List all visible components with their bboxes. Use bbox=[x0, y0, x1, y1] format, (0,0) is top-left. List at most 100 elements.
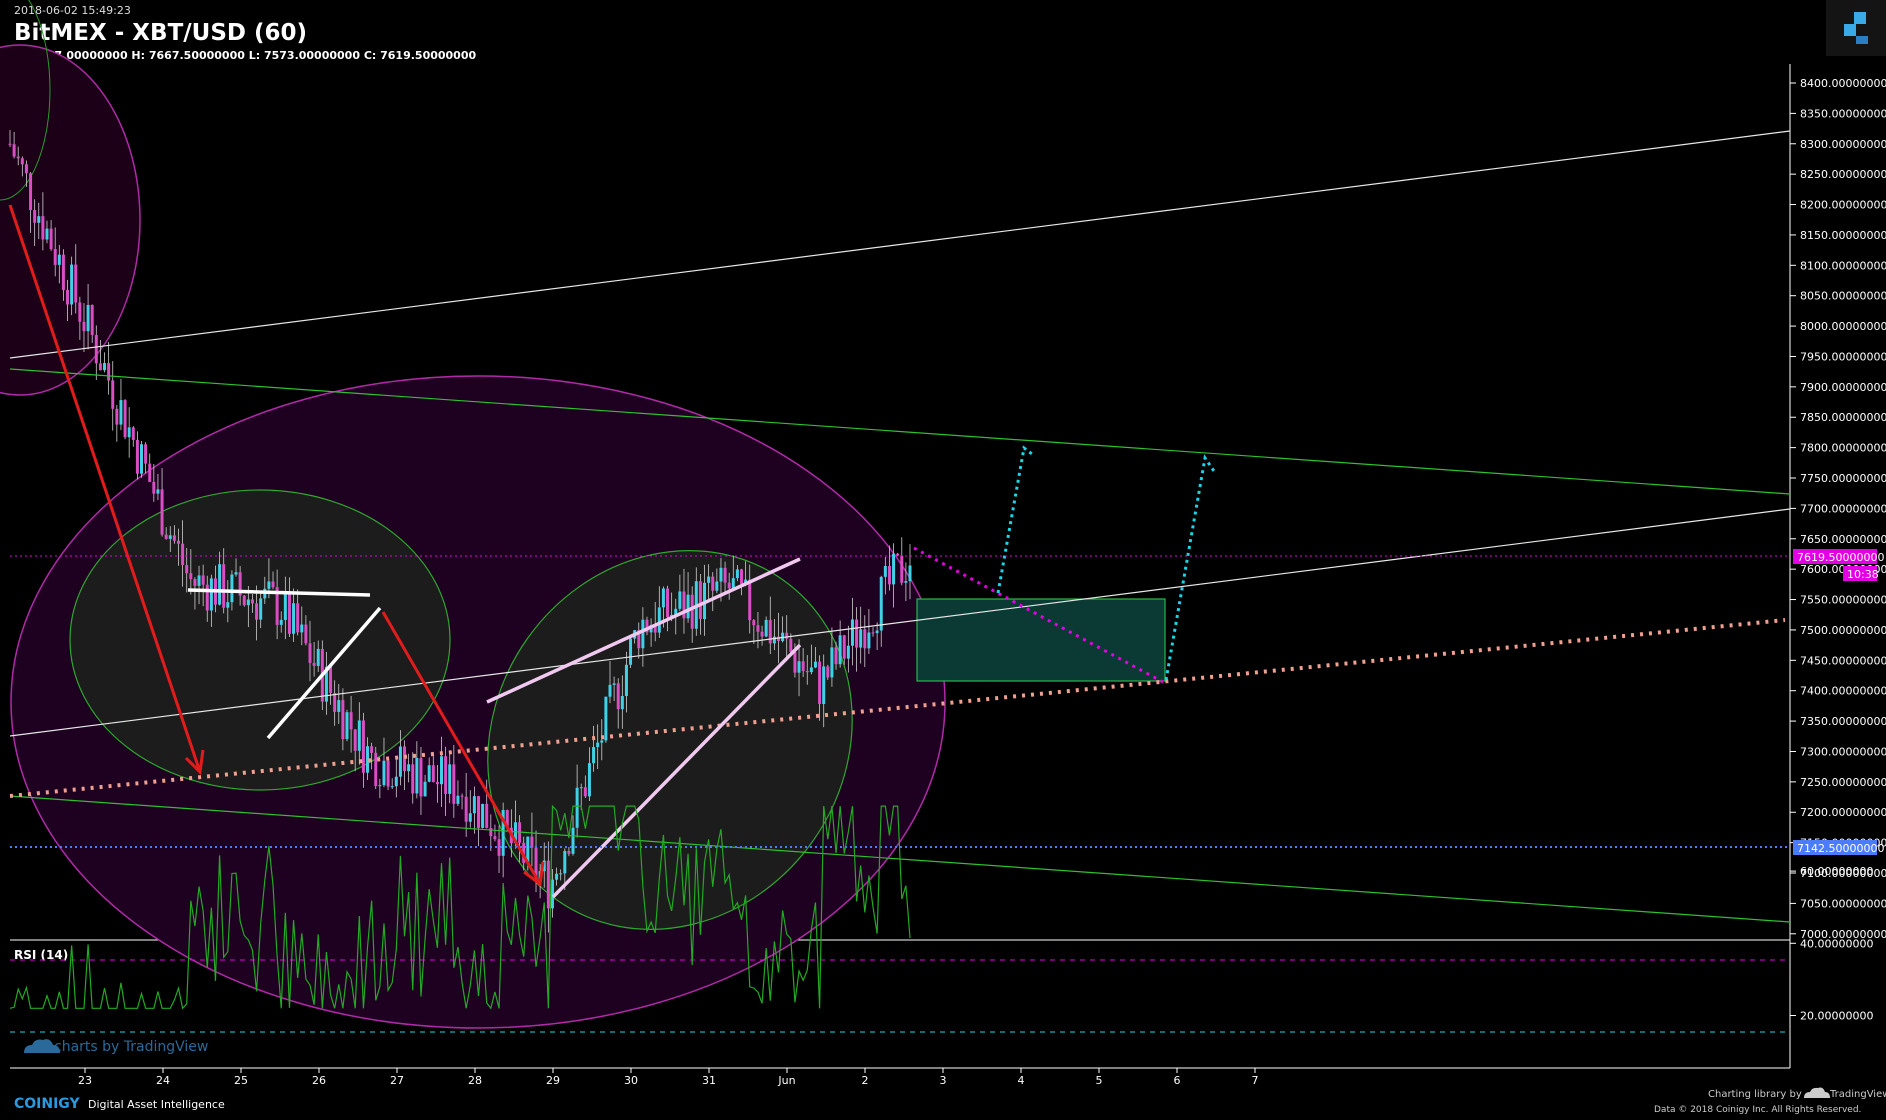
candle-body bbox=[61, 254, 65, 290]
candle-body bbox=[181, 543, 185, 566]
time-tick-label: 2 bbox=[862, 1074, 869, 1087]
price-tick-label: 7700.00000000 bbox=[1800, 502, 1886, 515]
candle-body bbox=[123, 400, 127, 438]
candle-body bbox=[612, 683, 616, 685]
candle-body bbox=[411, 764, 415, 794]
candle-body bbox=[719, 567, 723, 582]
candle-body bbox=[575, 787, 579, 828]
time-tick-label: 23 bbox=[78, 1074, 92, 1087]
candle-body bbox=[444, 756, 448, 794]
candle-body bbox=[793, 651, 797, 673]
candle-body bbox=[20, 158, 24, 165]
candle-body bbox=[140, 444, 144, 474]
candle-body bbox=[382, 760, 386, 786]
candle-body bbox=[57, 254, 61, 265]
candle-body bbox=[333, 692, 337, 712]
candle-body bbox=[900, 555, 904, 583]
price-axis[interactable]: 8400.00000000 8350.00000000 8300.00000000 8… bbox=[1790, 77, 1886, 941]
candle-body bbox=[135, 439, 139, 474]
time-tick-label: 3 bbox=[940, 1074, 947, 1087]
time-tick-label: 7 bbox=[1252, 1074, 1259, 1087]
candle-body bbox=[686, 594, 690, 619]
rsi-tick-label: 60.00000000 bbox=[1800, 865, 1873, 878]
candle-body bbox=[152, 481, 156, 494]
candle-body bbox=[357, 720, 361, 751]
candle-body bbox=[222, 564, 226, 608]
candle-body bbox=[107, 363, 111, 381]
candle-body bbox=[16, 156, 20, 159]
candle-body bbox=[90, 304, 94, 336]
candle-body bbox=[230, 574, 234, 603]
price-tick-label: 7950.00000000 bbox=[1800, 350, 1886, 363]
candle-body bbox=[735, 569, 739, 579]
candle-body bbox=[472, 796, 476, 814]
candle-body bbox=[887, 565, 891, 585]
candle-body bbox=[378, 785, 382, 787]
candle-body bbox=[842, 635, 846, 659]
price-tick-label: 7350.00000000 bbox=[1800, 715, 1886, 728]
candle-body bbox=[415, 758, 419, 794]
candle-body bbox=[661, 588, 665, 608]
candle-body bbox=[12, 144, 16, 157]
candle-body bbox=[111, 380, 115, 409]
candle-body bbox=[316, 648, 320, 666]
candle-body bbox=[760, 631, 764, 637]
candle-body bbox=[859, 629, 863, 648]
watermark-text: charts by TradingView bbox=[54, 1039, 208, 1055]
candle-body bbox=[8, 143, 12, 145]
candle-body bbox=[255, 603, 259, 620]
candle-body bbox=[287, 591, 291, 634]
candle-body bbox=[296, 603, 300, 633]
candle-body bbox=[361, 720, 365, 773]
candle-body bbox=[86, 304, 90, 332]
candle-body bbox=[690, 594, 694, 629]
candle-body bbox=[131, 427, 135, 440]
candle-body bbox=[197, 575, 201, 586]
candle-body bbox=[731, 578, 735, 589]
candle-body bbox=[259, 598, 263, 620]
candle-body bbox=[830, 647, 834, 678]
candle-body bbox=[801, 661, 805, 671]
candle-body bbox=[879, 576, 883, 631]
candle-body bbox=[349, 712, 353, 730]
brand-tagline: Digital Asset Intelligence bbox=[88, 1098, 225, 1111]
candle-body bbox=[756, 625, 760, 632]
candle-body bbox=[201, 575, 205, 585]
candle-body bbox=[711, 576, 715, 591]
candle-body bbox=[715, 581, 719, 591]
time-tick-label: 25 bbox=[234, 1074, 248, 1087]
green-ellipse-left bbox=[69, 489, 451, 791]
candle-body bbox=[390, 786, 394, 788]
candle-body bbox=[727, 582, 731, 589]
candle-body bbox=[431, 765, 435, 783]
price-tick-label: 7200.00000000 bbox=[1800, 806, 1886, 819]
candle-body bbox=[78, 302, 82, 322]
time-tick-label: 6 bbox=[1174, 1074, 1181, 1087]
time-tick-label: 4 bbox=[1018, 1074, 1025, 1087]
candle-body bbox=[271, 581, 275, 588]
candle-body bbox=[386, 760, 390, 787]
price-tick-label: 7650.00000000 bbox=[1800, 533, 1886, 546]
candle-body bbox=[834, 647, 838, 665]
candle-body bbox=[867, 632, 871, 649]
price-chart[interactable]: 2018-06-02 15:49:23 BitMEX - XBT/USD (60… bbox=[0, 0, 1886, 1116]
candle-body bbox=[785, 632, 789, 639]
candle-body bbox=[127, 427, 131, 438]
candle-body bbox=[115, 408, 119, 425]
candle-body bbox=[567, 850, 571, 854]
ohlc-readout: O: 7637.00000000 H: 7667.50000000 L: 757… bbox=[14, 49, 476, 62]
candle-body bbox=[875, 630, 879, 634]
candle-body bbox=[768, 619, 772, 644]
candle-body bbox=[485, 803, 489, 829]
candle-body bbox=[587, 763, 591, 797]
candle-body bbox=[435, 782, 439, 785]
candle-body bbox=[205, 584, 209, 611]
candle-body bbox=[481, 803, 485, 828]
candle-body bbox=[218, 564, 222, 605]
candle-body bbox=[119, 400, 123, 425]
candle-body bbox=[304, 624, 308, 644]
candle-body bbox=[908, 565, 912, 582]
candle-body bbox=[423, 781, 427, 797]
level-price-badge: 7142.50000000 bbox=[1793, 840, 1884, 855]
candle-body bbox=[805, 670, 809, 673]
